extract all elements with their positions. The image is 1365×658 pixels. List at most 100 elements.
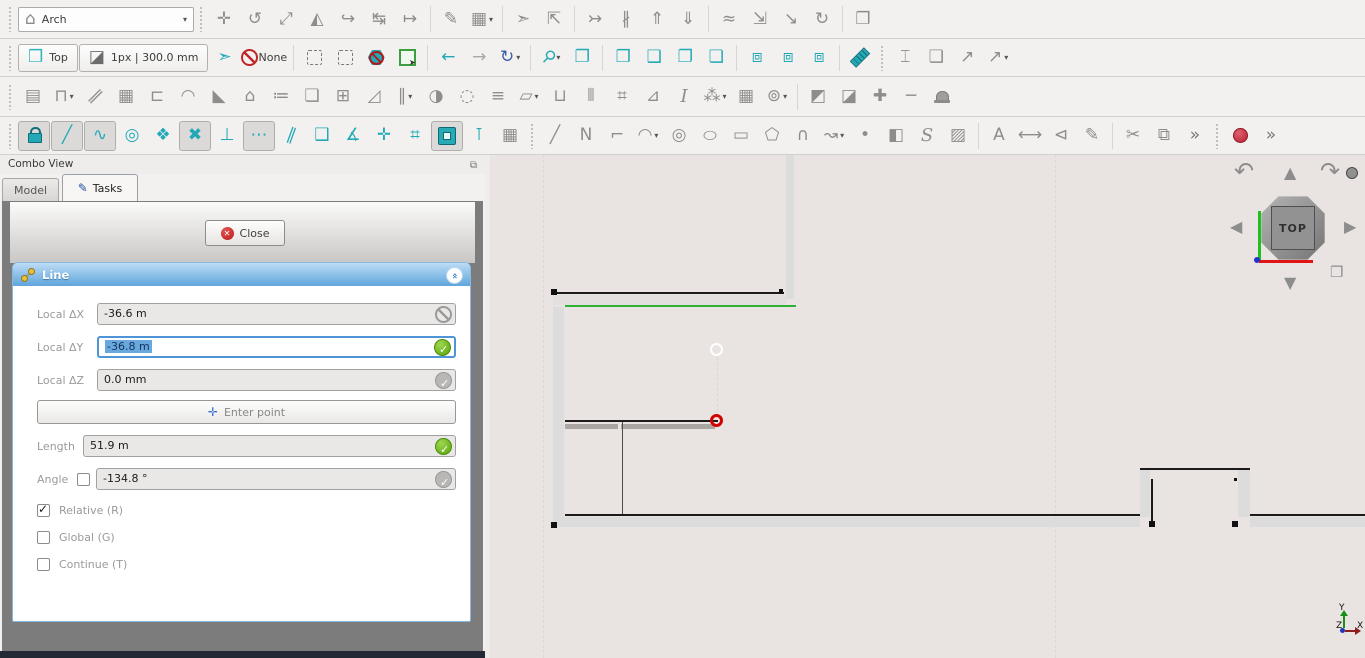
arch-cut-with-plane[interactable]: ◩: [803, 83, 833, 111]
arch-space[interactable]: ◌: [452, 83, 482, 111]
view-right[interactable]: ❏: [701, 44, 731, 72]
zoom-tool[interactable]: ⚲▾: [536, 44, 566, 72]
enter-point-button[interactable]: ✛ Enter point: [37, 400, 456, 424]
view-front[interactable]: ❑: [639, 44, 669, 72]
local-dz-input[interactable]: 0.0 mm: [97, 369, 456, 391]
line-task-header[interactable]: Line «: [13, 263, 470, 286]
edit-cut[interactable]: ✂: [1118, 122, 1148, 150]
snap-center[interactable]: ◎: [117, 122, 147, 150]
draw-rectangle[interactable]: ▭: [726, 122, 756, 150]
arch-rebar[interactable]: ∥: [80, 83, 110, 111]
draft-rotate[interactable]: ↺: [240, 5, 270, 33]
draft-join[interactable]: ↣: [580, 5, 610, 33]
local-dx-input[interactable]: -36.6 m: [97, 303, 456, 325]
snap-angle[interactable]: ∡: [338, 122, 368, 150]
nav-forward[interactable]: →: [464, 44, 494, 72]
nav-rotate-cw[interactable]: ↷: [1320, 159, 1340, 183]
draft-wire-to-bspline[interactable]: ≈: [714, 5, 744, 33]
arch-fence[interactable]: ⌗: [607, 83, 637, 111]
draft-line[interactable]: ╱: [51, 121, 83, 151]
draw-line[interactable]: ╱: [540, 122, 570, 150]
annotation-dimension[interactable]: ⟷: [1015, 122, 1045, 150]
toolbar-grip[interactable]: [199, 6, 204, 32]
edit-copy[interactable]: ⧉: [1149, 122, 1179, 150]
draw-polygon[interactable]: ⬠: [757, 122, 787, 150]
snap-grid[interactable]: ⌗: [400, 122, 430, 150]
tab-tasks[interactable]: ✎ Tasks: [62, 174, 138, 201]
draft-add-to-group[interactable]: ⇲: [745, 5, 775, 33]
toolbar-grip[interactable]: [8, 6, 13, 32]
angle-checkbox[interactable]: [77, 473, 90, 486]
draw-circle[interactable]: ◎: [664, 122, 694, 150]
collapse-button[interactable]: «: [446, 267, 463, 284]
nav-back[interactable]: ←: [433, 44, 463, 72]
select-visible-objects[interactable]: [392, 44, 422, 72]
view-rear[interactable]: ⧈: [742, 44, 772, 72]
arch-window[interactable]: ⊞: [328, 83, 358, 111]
draw-hatch[interactable]: ▨: [943, 122, 973, 150]
arch-curtain-wall[interactable]: ▦: [111, 83, 141, 111]
nav-rotate-ccw[interactable]: ↶: [1234, 159, 1254, 183]
open-folder[interactable]: ❏: [921, 44, 951, 72]
draft-layer[interactable]: ❒: [848, 5, 878, 33]
draft-trimex[interactable]: ↹: [364, 5, 394, 33]
draft-polyline[interactable]: ∿: [84, 121, 116, 151]
nav-arrow-down[interactable]: ▼: [1284, 275, 1296, 291]
export-options[interactable]: ↗▾: [983, 44, 1013, 72]
workbench-selector[interactable]: ⌂Arch▾: [18, 7, 194, 32]
draw-ellipse[interactable]: ○: [695, 122, 725, 150]
measure-tool[interactable]: [845, 44, 875, 72]
autogroup-button[interactable]: None: [240, 44, 288, 72]
view-left[interactable]: ⧈: [804, 44, 834, 72]
arch-profile[interactable]: I: [669, 83, 699, 111]
arch-truss[interactable]: ⊿: [638, 83, 668, 111]
draft-working-plane-proxy[interactable]: ↻: [807, 5, 837, 33]
draft-edit[interactable]: ✎: [436, 5, 466, 33]
view-top[interactable]: ❐: [670, 44, 700, 72]
box-selection[interactable]: [330, 44, 360, 72]
arch-schedule[interactable]: ▦: [731, 83, 761, 111]
snap-parallel[interactable]: ∥: [276, 122, 306, 150]
arch-structure[interactable]: ⊓▾: [49, 83, 79, 111]
view-bottom[interactable]: ⧈: [773, 44, 803, 72]
snap-extension[interactable]: ✛: [369, 122, 399, 150]
nav-arrow-right[interactable]: ▶: [1344, 219, 1356, 235]
close-button[interactable]: ✕ Close: [205, 220, 285, 246]
toolbar-expand-2[interactable]: »: [1256, 122, 1286, 150]
arch-material[interactable]: ⁂▾: [700, 83, 730, 111]
view-rotate[interactable]: ↻▾: [495, 44, 525, 72]
view-top-button[interactable]: ❒Top: [18, 44, 78, 72]
draft-subelement-highlight[interactable]: ⇱: [539, 5, 569, 33]
arch-external-reference[interactable]: ❏: [297, 83, 327, 111]
arch-level[interactable]: ≔: [266, 83, 296, 111]
arch-building[interactable]: ⌂: [235, 83, 265, 111]
nav-cube-face-label[interactable]: TOP: [1271, 206, 1315, 250]
arch-add-component[interactable]: ✚: [865, 83, 895, 111]
draft-array-tools[interactable]: ▦▾: [467, 5, 497, 33]
annotation-text[interactable]: A: [984, 122, 1014, 150]
draw-fillet[interactable]: ⌐: [602, 122, 632, 150]
arch-equipment[interactable]: ⊔: [545, 83, 575, 111]
arch-reference[interactable]: ⊏: [142, 83, 172, 111]
arch-roof[interactable]: ◿: [359, 83, 389, 111]
tab-model[interactable]: Model: [2, 178, 59, 201]
annotation-label[interactable]: ⊲: [1046, 122, 1076, 150]
arch-frame[interactable]: ⫴: [576, 83, 606, 111]
arch-stairs[interactable]: ≡: [483, 83, 513, 111]
toggle-grid-lattice[interactable]: ▦: [495, 122, 525, 150]
draw-point[interactable]: •: [850, 122, 880, 150]
toolbar-grip[interactable]: [8, 123, 13, 149]
draft-move[interactable]: ✛: [209, 5, 239, 33]
arch-wall[interactable]: ▤: [18, 83, 48, 111]
arch-project[interactable]: ◠: [173, 83, 203, 111]
macro-record[interactable]: [1225, 122, 1255, 150]
draw-arc[interactable]: ◠▾: [633, 122, 663, 150]
draft-slope[interactable]: ↘: [776, 5, 806, 33]
arch-survey[interactable]: [927, 83, 957, 111]
nav-minicube-icon[interactable]: ❒: [1330, 265, 1343, 280]
annotation-style-editor[interactable]: ✎: [1077, 122, 1107, 150]
export-file[interactable]: ↗: [952, 44, 982, 72]
line-style-button[interactable]: ◪1px | 300.0 mm: [79, 44, 209, 72]
arch-pipe[interactable]: ⊚▾: [762, 83, 792, 111]
toolbar-expand[interactable]: »: [1180, 122, 1210, 150]
